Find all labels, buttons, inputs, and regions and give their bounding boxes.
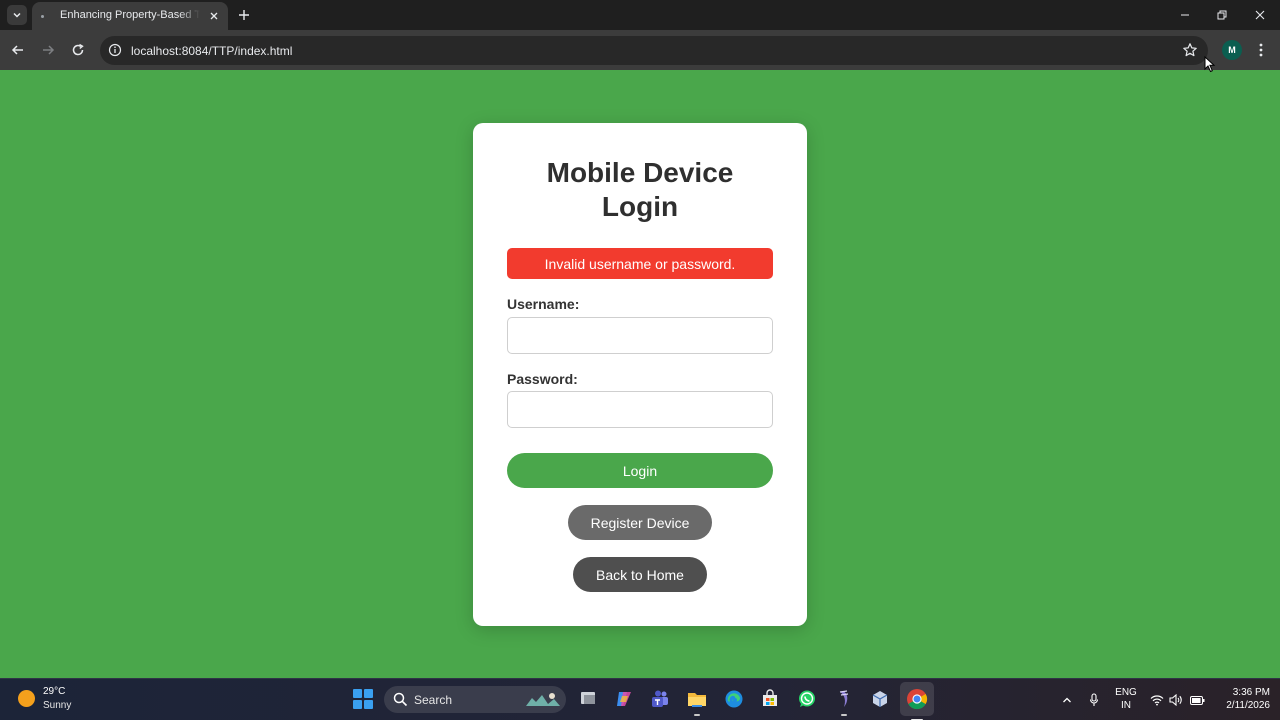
- page-title: Mobile Device Login: [546, 157, 734, 222]
- weather-description[interactable]: Sunny: [43, 700, 71, 711]
- address-bar[interactable]: localhost:8084/TTP/index.html: [100, 36, 1208, 65]
- tab-favicon: [41, 15, 44, 18]
- error-message: Invalid username or password.: [507, 248, 773, 279]
- profile-avatar[interactable]: M: [1222, 40, 1242, 60]
- tab-strip: Enhancing Property-Based Token: [0, 0, 1280, 30]
- system-clock[interactable]: 3:36 PM 2/11/2026: [1210, 686, 1270, 712]
- password-input[interactable]: [507, 391, 773, 428]
- minimize-button[interactable]: [1166, 0, 1204, 30]
- network-button[interactable]: [1149, 679, 1165, 720]
- microphone-icon: [1089, 693, 1099, 706]
- close-window-button[interactable]: [1241, 0, 1279, 30]
- page-viewport: Mobile Device Login Invalid username or …: [0, 70, 1280, 678]
- tab-search-button[interactable]: [7, 5, 27, 25]
- password-label: Password:: [507, 371, 578, 387]
- browser-menu-button[interactable]: [1252, 39, 1270, 61]
- close-icon: [1255, 10, 1265, 20]
- battery-icon: [1189, 695, 1204, 705]
- running-indicator: [694, 714, 700, 716]
- taskbar: 29°C Sunny Search ENG IN 3:36 PM 2/11/20…: [0, 678, 1280, 720]
- region-code: IN: [1121, 700, 1131, 711]
- taskbar-search[interactable]: Search: [384, 686, 566, 713]
- task-view-icon[interactable]: [576, 687, 600, 711]
- microphone-button[interactable]: [1086, 679, 1102, 720]
- info-icon[interactable]: [108, 43, 122, 57]
- volume-icon: [1169, 694, 1182, 706]
- language-code: ENG: [1115, 687, 1137, 698]
- login-button[interactable]: Login: [507, 453, 773, 488]
- plus-icon: [239, 10, 249, 20]
- back-button[interactable]: [7, 39, 29, 61]
- browser-tab[interactable]: Enhancing Property-Based Token: [32, 2, 228, 30]
- browser-toolbar: localhost:8084/TTP/index.html M: [0, 30, 1280, 70]
- username-input[interactable]: [507, 317, 773, 354]
- language-indicator[interactable]: ENG IN: [1114, 686, 1138, 712]
- teams-icon[interactable]: [648, 687, 672, 711]
- new-tab-button[interactable]: [234, 5, 254, 25]
- chrome-icon[interactable]: [900, 682, 934, 720]
- show-hidden-icons-button[interactable]: [1059, 679, 1075, 720]
- search-label: Search: [414, 693, 453, 707]
- tab-close-button[interactable]: [206, 8, 222, 24]
- minimize-icon: [1181, 14, 1189, 16]
- username-label: Username:: [507, 296, 580, 312]
- wifi-icon: [1150, 695, 1164, 706]
- tab-title: Enhancing Property-Based Token: [60, 9, 200, 21]
- mouse-cursor: [1204, 56, 1216, 73]
- windows-start-icon[interactable]: [353, 689, 373, 709]
- url-text[interactable]: localhost:8084/TTP/index.html: [131, 44, 292, 58]
- forward-icon: [43, 45, 55, 55]
- virtualbox-icon[interactable]: [868, 687, 892, 711]
- volume-button[interactable]: [1168, 679, 1184, 720]
- reload-button[interactable]: [67, 39, 89, 61]
- search-icon: [393, 692, 408, 707]
- more-icon: [1259, 43, 1263, 57]
- whatsapp-icon[interactable]: [795, 687, 819, 711]
- file-explorer-icon[interactable]: [685, 687, 709, 716]
- star-icon[interactable]: [1182, 42, 1198, 58]
- edge-icon[interactable]: [722, 687, 746, 711]
- restore-button[interactable]: [1203, 0, 1241, 30]
- eclipse-icon[interactable]: [832, 687, 856, 716]
- chevron-up-icon: [1063, 697, 1071, 703]
- clock-time: 3:36 PM: [1232, 687, 1270, 698]
- back-to-home-button[interactable]: Back to Home: [573, 557, 707, 592]
- chevron-down-icon: [13, 12, 21, 18]
- search-highlight-icon: [526, 693, 560, 706]
- reload-icon: [72, 43, 84, 56]
- register-device-button[interactable]: Register Device: [568, 505, 712, 540]
- copilot-icon[interactable]: [612, 687, 636, 711]
- close-icon: [210, 12, 218, 20]
- login-card: Mobile Device Login Invalid username or …: [473, 123, 807, 626]
- back-icon: [11, 45, 23, 55]
- battery-button[interactable]: [1189, 679, 1205, 720]
- weather-temperature[interactable]: 29°C: [43, 686, 65, 697]
- forward-button[interactable]: [37, 39, 59, 61]
- restore-icon: [1217, 10, 1227, 20]
- clock-date: 2/11/2026: [1226, 700, 1270, 711]
- store-icon[interactable]: [758, 687, 782, 711]
- sun-icon[interactable]: [18, 690, 35, 707]
- running-indicator: [841, 714, 847, 716]
